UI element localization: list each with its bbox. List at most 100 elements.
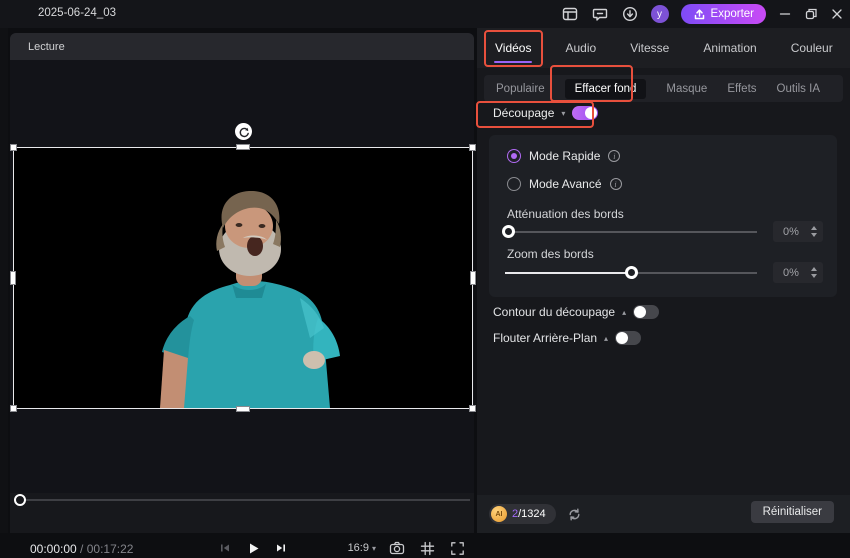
resize-handle-bottom-left[interactable] — [10, 405, 17, 412]
zoom-bords-value: 0% — [783, 266, 799, 279]
resize-handle-right[interactable] — [470, 271, 476, 285]
collapse-caret-icon[interactable]: ▴ — [604, 334, 608, 343]
resize-handle-top[interactable] — [236, 144, 250, 150]
flouter-label: Flouter Arrière-Plan — [493, 331, 598, 345]
minimize-button[interactable] — [772, 0, 798, 28]
subtab-effets[interactable]: Effets — [727, 83, 756, 95]
tab-animation[interactable]: Animation — [699, 35, 760, 61]
rotate-handle[interactable] — [235, 123, 252, 140]
tab-couleur[interactable]: Couleur — [787, 35, 837, 61]
ai-credits-badge[interactable]: AI 2/1324 — [489, 504, 556, 524]
properties-panel: Vidéos Audio Vitesse Animation Couleur P… — [477, 28, 850, 533]
stepper-up-icon[interactable] — [811, 267, 817, 271]
restore-button[interactable] — [798, 0, 824, 28]
export-button[interactable]: Exporter — [680, 4, 766, 24]
camera-icon — [389, 541, 405, 555]
refresh-credits-button[interactable] — [566, 505, 584, 523]
chevron-down-icon: ▾ — [371, 543, 376, 553]
decoupage-toggle[interactable] — [572, 106, 599, 120]
download-button[interactable] — [618, 2, 642, 26]
close-icon — [832, 9, 842, 19]
export-label: Exporter — [710, 8, 754, 20]
feedback-button[interactable] — [588, 2, 612, 26]
aspect-ratio-dropdown[interactable]: 16:9 ▾ — [348, 542, 376, 554]
preview-tab-lecture[interactable]: Lecture — [10, 33, 474, 60]
timecode: 00:00:00 / 00:17:22 — [30, 542, 134, 556]
attenuation-value: 0% — [783, 225, 799, 238]
layout-panel-button[interactable] — [558, 2, 582, 26]
radio-unselected-icon[interactable] — [507, 177, 521, 191]
mode-rapide-radio-row[interactable]: Mode Rapide i — [507, 149, 621, 163]
attenuation-slider-handle[interactable] — [502, 225, 515, 238]
contour-toggle[interactable] — [633, 305, 660, 319]
decoupage-settings-card: Mode Rapide i Mode Avancé i Atténuation … — [489, 135, 837, 297]
resize-handle-top-left[interactable] — [10, 144, 17, 151]
video-clip[interactable] — [10, 144, 476, 412]
subtab-effacer-fond[interactable]: Effacer fond — [564, 78, 647, 99]
refresh-icon — [569, 508, 580, 521]
info-icon[interactable]: i — [608, 150, 621, 162]
attenuation-value-box[interactable]: 0% — [773, 221, 823, 242]
play-button[interactable] — [243, 538, 263, 558]
subtab-outils-ia[interactable]: Outils IA — [777, 83, 820, 95]
download-icon — [622, 6, 637, 22]
tab-audio[interactable]: Audio — [561, 35, 600, 61]
minimize-icon — [779, 13, 791, 15]
mode-rapide-label: Mode Rapide — [529, 149, 601, 163]
previous-frame-icon — [221, 544, 229, 552]
attenuation-label: Atténuation des bords — [507, 207, 624, 221]
previous-frame-button[interactable] — [215, 538, 235, 558]
close-button[interactable] — [824, 0, 850, 28]
slider-fill — [505, 272, 631, 274]
user-avatar[interactable]: y — [650, 5, 669, 23]
mode-avance-radio-row[interactable]: Mode Avancé i — [507, 177, 622, 191]
decoupage-label: Découpage — [493, 106, 555, 120]
left-panel-edge — [0, 28, 8, 533]
fullscreen-button[interactable] — [448, 539, 466, 557]
seek-track[interactable] — [22, 499, 470, 501]
next-frame-button[interactable] — [271, 538, 291, 558]
property-tabs: Vidéos Audio Vitesse Animation Couleur — [477, 28, 850, 68]
snapshot-button[interactable] — [388, 539, 406, 557]
stepper-up-icon[interactable] — [811, 226, 817, 230]
zoom-bords-slider-handle[interactable] — [625, 266, 638, 279]
subtab-populaire[interactable]: Populaire — [496, 83, 545, 95]
play-icon — [249, 543, 258, 553]
next-frame-icon — [277, 544, 285, 552]
layout-panel-icon — [562, 7, 577, 21]
subject-person — [160, 190, 340, 408]
grid-button[interactable] — [418, 539, 436, 557]
flouter-toggle[interactable] — [615, 331, 642, 345]
upload-icon — [694, 8, 704, 19]
video-subtabs: Populaire Effacer fond Masque Effets Out… — [484, 75, 843, 102]
decoupage-section-header: Découpage ▾ — [493, 106, 599, 120]
rotate-icon — [239, 127, 249, 137]
toggle-knob — [585, 107, 598, 119]
attenuation-stepper[interactable] — [809, 226, 823, 237]
collapse-caret-icon[interactable]: ▴ — [622, 308, 626, 317]
resize-handle-top-right[interactable] — [469, 144, 476, 151]
chat-bubble-icon — [592, 8, 607, 21]
radio-selected-icon[interactable] — [507, 149, 521, 163]
tab-vitesse[interactable]: Vitesse — [626, 35, 673, 61]
resize-handle-left[interactable] — [10, 271, 16, 285]
reset-button[interactable]: Réinitialiser — [750, 501, 834, 523]
toggle-knob — [616, 332, 629, 344]
subtab-masque[interactable]: Masque — [666, 83, 707, 95]
project-title: 2025-06-24_03 — [38, 7, 117, 19]
collapse-caret-icon[interactable]: ▾ — [561, 109, 565, 118]
seek-handle[interactable] — [14, 494, 26, 506]
panel-footer: AI 2/1324 Réinitialiser — [477, 495, 850, 533]
attenuation-slider-track[interactable] — [502, 225, 757, 238]
stepper-down-icon[interactable] — [811, 274, 817, 278]
info-icon[interactable]: i — [609, 178, 622, 190]
stepper-down-icon[interactable] — [811, 233, 817, 237]
resize-handle-bottom[interactable] — [236, 406, 250, 412]
zoom-bords-stepper[interactable] — [809, 267, 823, 278]
resize-handle-bottom-right[interactable] — [469, 405, 476, 412]
zoom-bords-value-box[interactable]: 0% — [773, 262, 823, 283]
toggle-knob — [634, 306, 647, 318]
tab-videos[interactable]: Vidéos — [491, 35, 535, 61]
zoom-bords-slider-track[interactable] — [505, 266, 757, 279]
mode-avance-label: Mode Avancé — [529, 177, 602, 191]
